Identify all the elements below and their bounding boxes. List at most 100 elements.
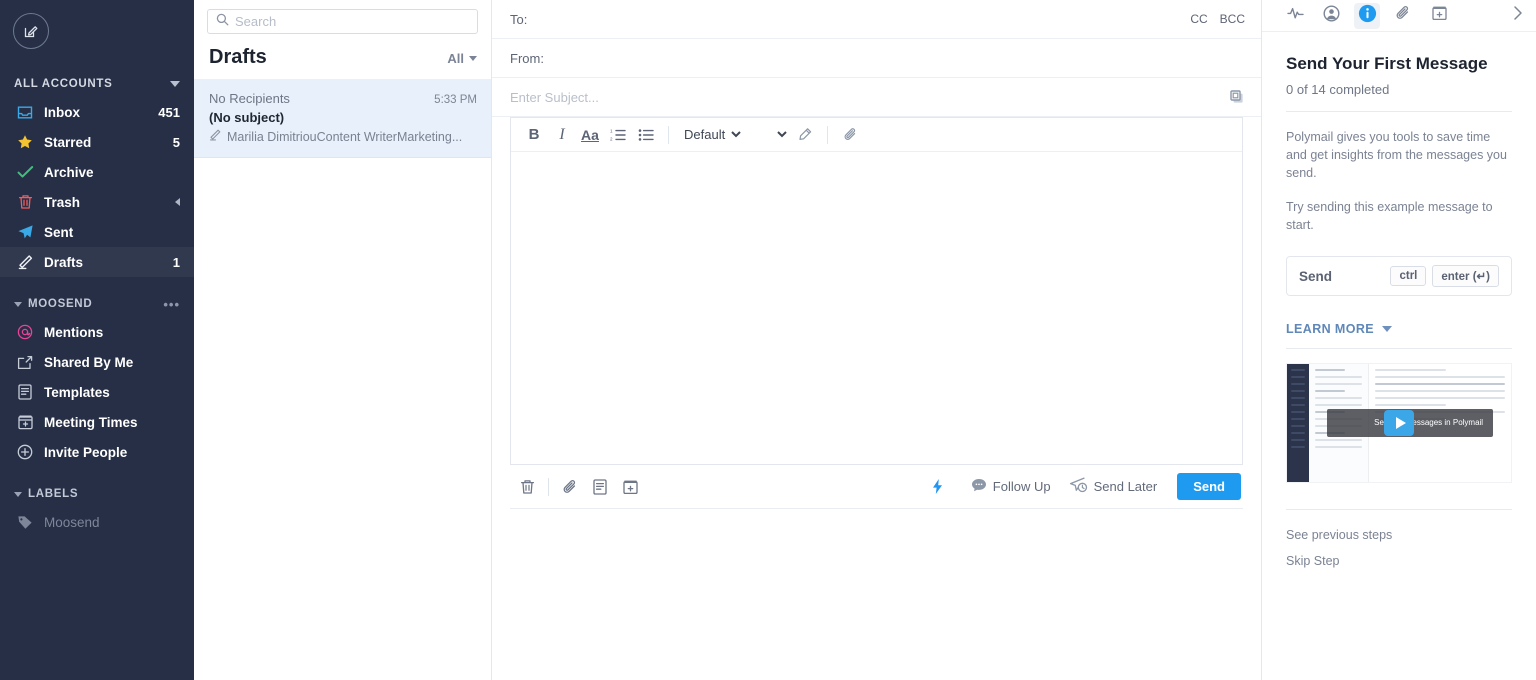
list-item-sender: No Recipients xyxy=(209,91,290,106)
more-options-icon[interactable]: ••• xyxy=(163,298,180,311)
play-icon[interactable] xyxy=(1384,410,1414,436)
list-item-subject: (No subject) xyxy=(209,110,285,125)
text-color-icon[interactable] xyxy=(792,122,818,148)
moosend-label: MOOSEND xyxy=(28,298,93,310)
copy-templates-icon[interactable] xyxy=(1229,89,1245,105)
sidebar-item-mentions[interactable]: Mentions xyxy=(0,317,194,347)
video-thumbnail[interactable]: Sending Messages in Polymail xyxy=(1286,363,1512,483)
mention-icon xyxy=(16,323,34,341)
list-item[interactable]: No Recipients 5:33 PM (No subject) Maril… xyxy=(194,79,491,158)
sidebar-item-inbox[interactable]: Inbox 451 xyxy=(0,97,194,127)
list-item-time: 5:33 PM xyxy=(434,94,477,106)
sidebar-item-label: Starred xyxy=(44,134,92,150)
starred-count: 5 xyxy=(172,134,180,150)
send-later-button[interactable]: Send Later xyxy=(1069,477,1157,496)
underline-font-button[interactable]: Aa xyxy=(577,122,603,148)
to-field-row[interactable]: To: CC BCC xyxy=(492,0,1261,39)
right-sidebar: Send Your First Message 0 of 14 complete… xyxy=(1262,0,1536,680)
tab-attachments[interactable] xyxy=(1390,3,1416,29)
send-clock-icon xyxy=(1069,477,1088,496)
divider xyxy=(1286,111,1512,112)
subject-field-row[interactable] xyxy=(492,78,1261,117)
sidebar-item-label: Invite People xyxy=(44,444,128,460)
tab-calendar[interactable] xyxy=(1426,3,1452,29)
see-previous-steps-link[interactable]: See previous steps xyxy=(1286,528,1512,542)
all-accounts-label: ALL ACCOUNTS xyxy=(14,78,113,90)
sent-icon xyxy=(16,223,34,241)
learn-more-toggle[interactable]: LEARN MORE xyxy=(1286,322,1512,336)
sidebar-item-label: Sent xyxy=(44,224,74,240)
chevron-down-icon xyxy=(14,491,22,497)
divider xyxy=(1286,509,1512,510)
sidebar-item-invite-people[interactable]: Invite People xyxy=(0,437,194,467)
left-sidebar: ALL ACCOUNTS Inbox 451 Starred 5 Archive xyxy=(0,0,194,680)
sidebar-item-templates[interactable]: Templates xyxy=(0,377,194,407)
sidebar-item-archive[interactable]: Archive xyxy=(0,157,194,187)
send-button[interactable]: Send xyxy=(1177,473,1241,500)
list-filter-label: All xyxy=(447,51,464,66)
share-icon xyxy=(16,353,34,371)
to-input[interactable] xyxy=(531,11,1191,27)
inbox-count: 451 xyxy=(158,104,180,120)
bold-button[interactable]: B xyxy=(521,122,547,148)
plus-circle-icon xyxy=(16,443,34,461)
sidebar-item-meeting-times[interactable]: Meeting Times xyxy=(0,407,194,437)
tab-contact[interactable] xyxy=(1318,3,1344,29)
toolbar-divider-2 xyxy=(827,125,828,144)
compose-button[interactable] xyxy=(13,13,49,49)
subject-input[interactable] xyxy=(510,89,1229,105)
sidebar-item-shared-by-me[interactable]: Shared By Me xyxy=(0,347,194,377)
compose-action-bar: Follow Up Send Later Send xyxy=(510,465,1243,509)
progress-text: 0 of 14 completed xyxy=(1286,82,1390,97)
calendar-add-icon[interactable] xyxy=(615,472,645,502)
message-list-panel: Drafts All No Recipients 5:33 PM (No sub… xyxy=(194,0,492,680)
from-input[interactable] xyxy=(547,50,1245,66)
message-body-editor[interactable] xyxy=(511,152,1242,464)
sidebar-item-label: Meeting Times xyxy=(44,414,138,430)
lightning-bolt-icon[interactable] xyxy=(923,472,953,502)
discard-draft-icon[interactable] xyxy=(512,472,542,502)
search-icon xyxy=(216,13,235,31)
skip-step-link[interactable]: Skip Step xyxy=(1286,554,1512,568)
tab-info[interactable] xyxy=(1354,2,1380,29)
formatting-toolbar: B I Aa 12 Default xyxy=(511,118,1242,152)
sidebar-item-label: Shared By Me xyxy=(44,354,134,370)
sidebar-item-starred[interactable]: Starred 5 xyxy=(0,127,194,157)
search-wrapper xyxy=(194,0,491,34)
attachment-icon[interactable] xyxy=(837,122,863,148)
sidebar-section-moosend[interactable]: MOOSEND ••• xyxy=(0,291,194,317)
chevron-down-icon xyxy=(1382,326,1393,332)
sidebar-item-drafts[interactable]: Drafts 1 xyxy=(0,247,194,277)
shortcut-label: Send xyxy=(1299,268,1333,284)
search-input[interactable] xyxy=(235,14,469,29)
sidebar-item-label: Drafts xyxy=(44,254,84,270)
list-filter-dropdown[interactable]: All xyxy=(447,51,477,66)
sidebar-section-labels[interactable]: LABELS xyxy=(0,481,194,507)
from-field-row[interactable]: From: xyxy=(492,39,1261,78)
ordered-list-icon[interactable]: 12 xyxy=(605,122,631,148)
tab-activity[interactable] xyxy=(1282,3,1308,29)
follow-up-button[interactable]: Follow Up xyxy=(971,478,1051,495)
sidebar-item-trash[interactable]: Trash xyxy=(0,187,194,217)
sidebar-label-moosend[interactable]: Moosend xyxy=(0,507,194,537)
inbox-icon xyxy=(16,103,34,121)
attachment-icon[interactable] xyxy=(555,472,585,502)
cc-button[interactable]: CC xyxy=(1190,12,1207,26)
expand-panel-button[interactable] xyxy=(1512,5,1524,26)
italic-button[interactable]: I xyxy=(549,122,575,148)
divider xyxy=(1286,348,1512,349)
sidebar-section-all-accounts[interactable]: ALL ACCOUNTS xyxy=(0,71,194,97)
pencil-icon xyxy=(16,253,34,271)
search-box[interactable] xyxy=(207,9,478,34)
font-family-select[interactable]: Default xyxy=(678,124,744,145)
sidebar-item-sent[interactable]: Sent xyxy=(0,217,194,247)
chevron-down-icon xyxy=(14,301,22,307)
font-size-select[interactable] xyxy=(746,124,790,145)
chevron-left-icon[interactable] xyxy=(175,198,180,206)
chevron-right-icon xyxy=(1512,5,1524,26)
bullet-list-icon[interactable] xyxy=(633,122,659,148)
bcc-button[interactable]: BCC xyxy=(1220,12,1245,26)
insert-template-icon[interactable] xyxy=(585,472,615,502)
activity-pulse-icon xyxy=(1286,6,1304,25)
pencil-icon xyxy=(209,129,222,144)
